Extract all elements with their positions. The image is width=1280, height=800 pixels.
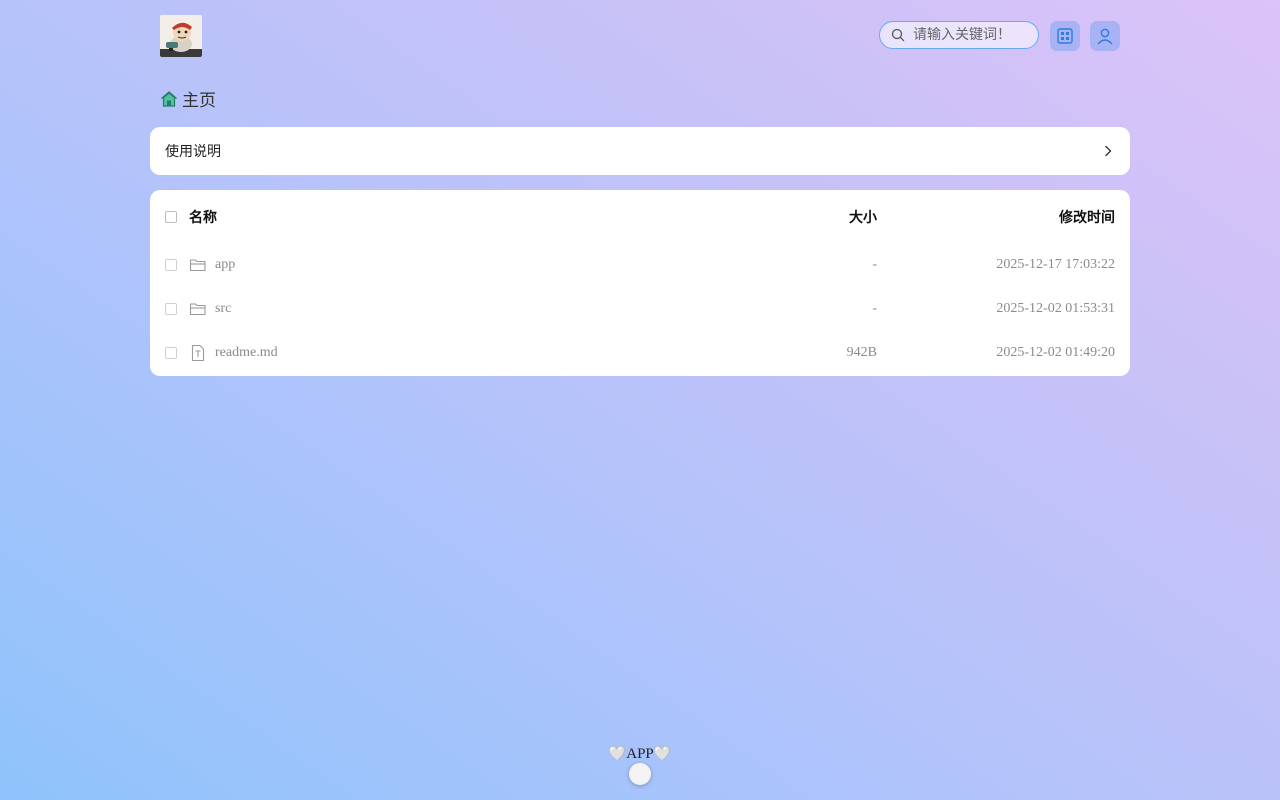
search-input[interactable] [913, 27, 1023, 43]
chevron-right-icon [1105, 145, 1112, 157]
readme-label: 使用说明 [165, 144, 221, 160]
folder-icon [189, 303, 206, 316]
grid-view-button[interactable] [1050, 21, 1080, 51]
table-row[interactable]: src - 2025-12-02 01:53:31 [150, 287, 1130, 331]
search-icon [891, 28, 905, 42]
site-logo[interactable] [160, 15, 202, 57]
file-name[interactable]: readme.md [215, 345, 278, 361]
grid-icon [1057, 28, 1073, 44]
file-name[interactable]: app [215, 257, 235, 273]
file-modified: 2025-12-02 01:49:20 [996, 345, 1115, 360]
row-checkbox[interactable] [165, 347, 177, 359]
text-file-icon [191, 344, 205, 362]
floating-action-button[interactable] [629, 763, 651, 785]
table-row[interactable]: app - 2025-12-17 17:03:22 [150, 243, 1130, 287]
file-size: - [872, 257, 877, 272]
footer: 🤍APP🤍 [0, 746, 1280, 763]
column-name-header[interactable]: 名称 [189, 207, 217, 227]
select-all-checkbox[interactable] [165, 211, 177, 223]
readme-bar[interactable]: 使用说明 [150, 127, 1130, 175]
pirate-avatar-logo [160, 15, 202, 57]
breadcrumb[interactable]: 主页 [160, 86, 216, 111]
file-size: 942B [846, 345, 877, 360]
heart-icon: 🤍 [608, 746, 627, 762]
column-size-header[interactable]: 大小 [849, 207, 877, 227]
home-icon [161, 90, 177, 107]
file-modified: 2025-12-02 01:53:31 [996, 301, 1115, 316]
file-modified: 2025-12-17 17:03:22 [996, 257, 1115, 272]
user-button[interactable] [1090, 21, 1120, 51]
file-table: 名称 大小 修改时间 app - 2025-12-17 17:03:22 src… [150, 190, 1130, 376]
breadcrumb-home-label[interactable]: 主页 [182, 86, 216, 111]
folder-icon [189, 259, 206, 272]
search-box[interactable] [879, 21, 1039, 49]
table-row[interactable]: readme.md 942B 2025-12-02 01:49:20 [150, 331, 1130, 375]
file-name[interactable]: src [215, 301, 231, 317]
user-icon [1097, 28, 1113, 45]
heart-icon: 🤍 [653, 746, 672, 762]
column-modified-header[interactable]: 修改时间 [1059, 207, 1115, 227]
row-checkbox[interactable] [165, 303, 177, 315]
table-header: 名称 大小 修改时间 [150, 195, 1130, 239]
row-checkbox[interactable] [165, 259, 177, 271]
file-size: - [872, 301, 877, 316]
footer-app-label[interactable]: APP [626, 746, 654, 762]
